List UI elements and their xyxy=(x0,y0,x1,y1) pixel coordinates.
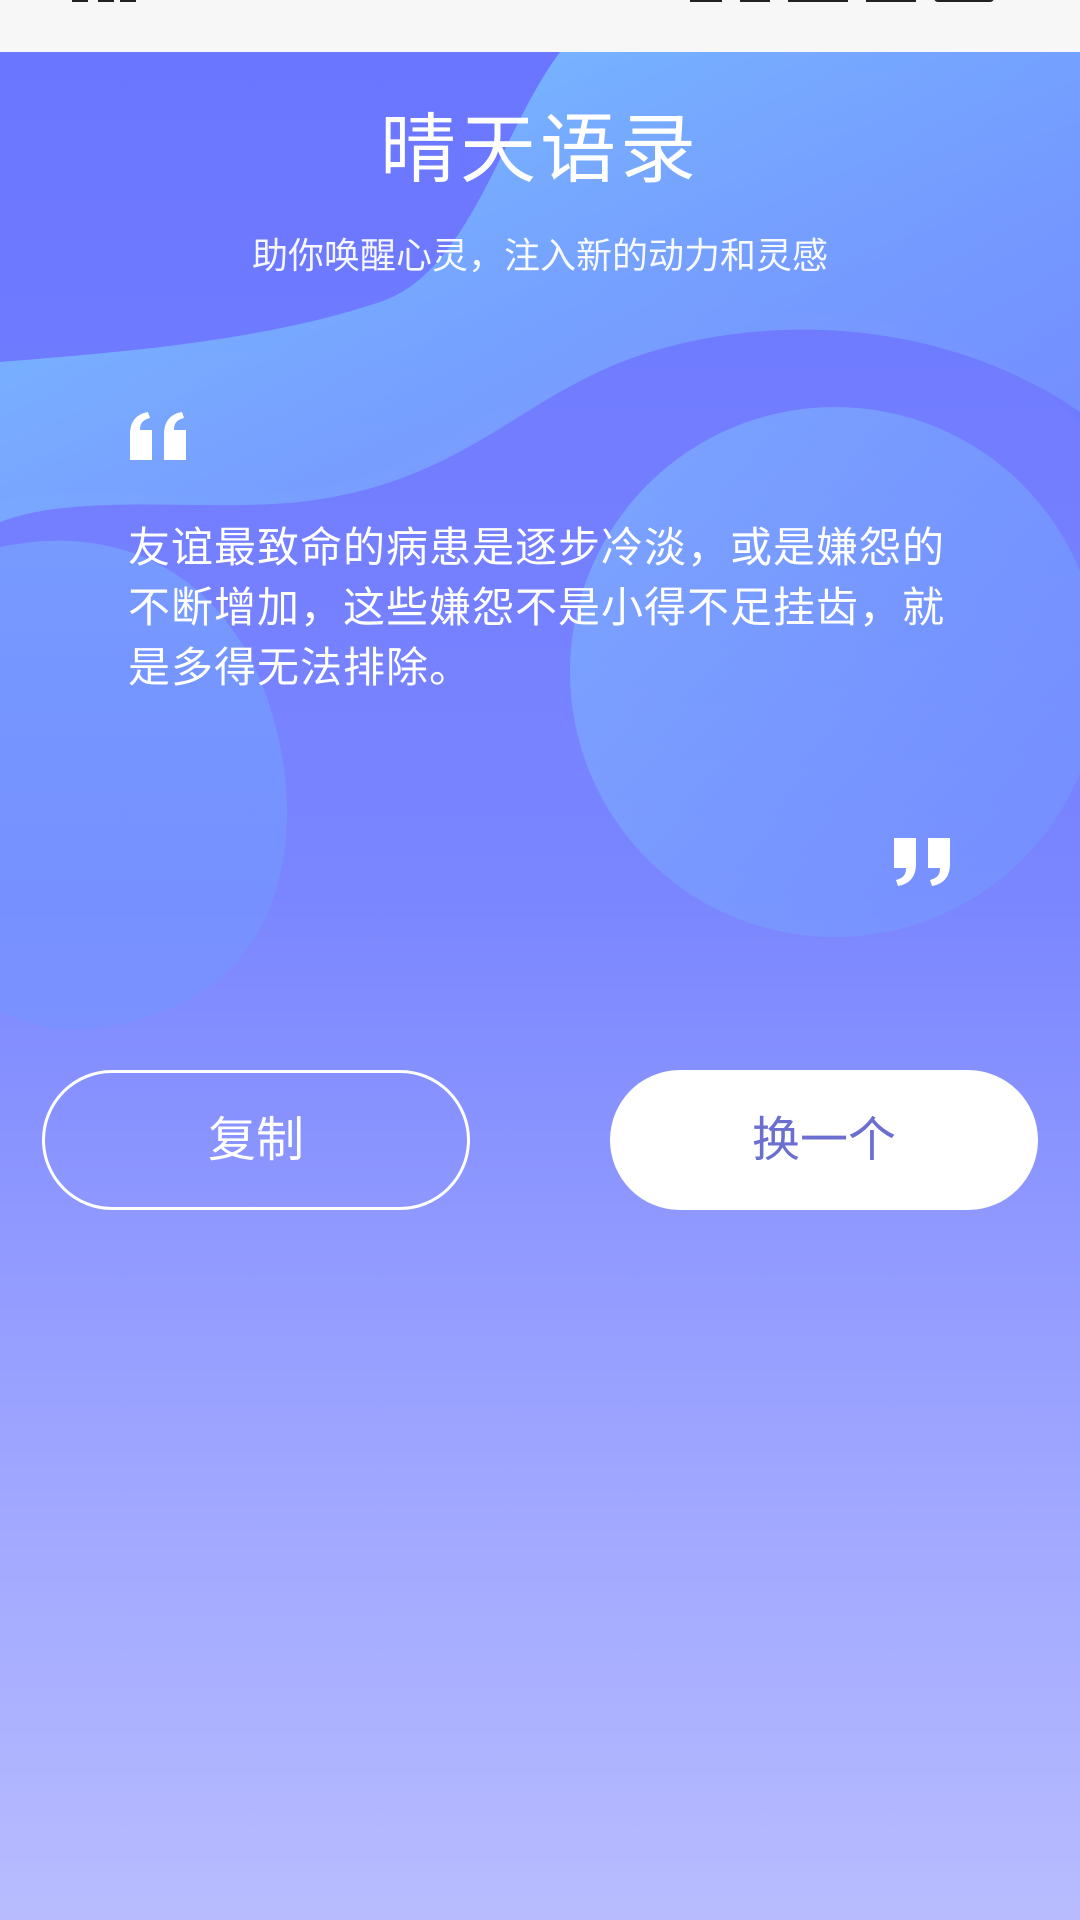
signal-icon xyxy=(788,0,848,2)
page-subtitle: 助你唤醒心灵，注入新的动力和灵感 xyxy=(251,236,828,277)
status-icon-a xyxy=(690,0,722,2)
open-quote-icon xyxy=(130,412,186,460)
signal-icon-2 xyxy=(866,0,916,2)
main-screen: 晴天语录 助你唤醒心灵，注入新的动力和灵感 友谊最致命的病患是逐步冷淡，或是嫌怨… xyxy=(0,52,1080,1920)
status-bar xyxy=(0,0,1080,52)
background-blobs xyxy=(0,52,1080,1029)
status-icons xyxy=(0,0,1080,2)
copy-button[interactable]: 复制 xyxy=(42,1070,470,1210)
close-quote-icon xyxy=(894,838,950,886)
page-title: 晴天语录 xyxy=(380,105,700,194)
status-time-fragment xyxy=(72,0,162,2)
quote-text: 友谊最致命的病患是逐步冷淡，或是嫌怨的不断增加，这些嫌怨不是小得不足挂齿，就是多… xyxy=(128,523,946,692)
status-icon-b xyxy=(740,0,770,2)
battery-icon xyxy=(934,0,994,2)
change-quote-button[interactable]: 换一个 xyxy=(610,1070,1038,1210)
